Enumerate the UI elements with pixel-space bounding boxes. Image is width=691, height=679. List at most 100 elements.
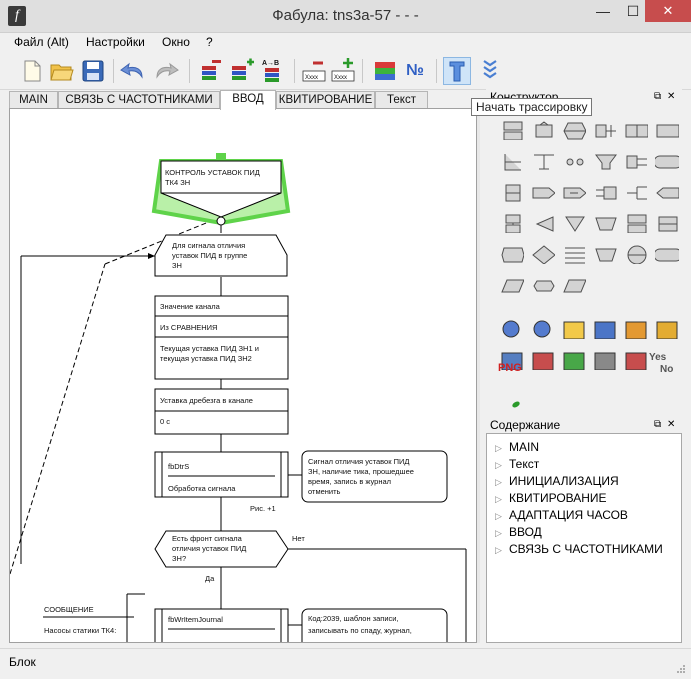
tree-item-kvit[interactable]: ▷ КВИТИРОВАНИЕ [495,491,607,505]
palette-rect-split-icon[interactable] [500,120,524,140]
resize-grip-icon[interactable] [676,664,686,674]
palette-hex-down-icon[interactable] [500,244,524,264]
tree-item-adapt[interactable]: ▷ АДАПТАЦИЯ ЧАСОВ [495,508,628,522]
content-panel-title: Содержание [490,418,561,432]
palette-oval-rect-icon[interactable] [655,213,679,233]
palette-diamond-icon[interactable] [531,244,555,264]
flowchart-fbdtrs-block[interactable]: fbDtrS Обработка сигнала [154,451,289,498]
menu-window[interactable]: Окно [162,35,190,49]
palette-fork-icon[interactable] [624,182,648,202]
palette-rect-bar-icon[interactable] [624,120,648,140]
menu-settings[interactable]: Настройки [86,35,145,49]
collapse-icon[interactable] [476,57,504,85]
palette-diamond-rect-icon[interactable] [531,120,555,140]
circle-green-icon[interactable] [562,350,586,370]
yes-label[interactable]: Yes [649,352,666,363]
color-blocks-icon[interactable] [531,350,555,370]
undo-icon[interactable] [119,57,147,85]
svg-text:fbDtrS: fbDtrS [168,462,189,471]
palette-rect-small-icon[interactable] [500,182,524,202]
flowchart-debounce-block[interactable]: Уставка дребезга в канале 0 с [154,388,289,435]
palette-branch-2-icon[interactable] [624,151,648,171]
title-bar[interactable]: f Фабула: tns3a-57 - - - — ☐ ✕ [0,0,691,33]
palette-bracket-icon[interactable] [500,151,524,171]
maximize-button[interactable]: ☐ [618,0,648,22]
flowchart-decision-block[interactable]: Есть фронт сигнала отличия уставок ПИД З… [154,530,289,568]
svg-text:отменить: отменить [308,487,341,496]
flowchart-loop-block[interactable]: Для сигнала отличия уставок ПИД в группе… [154,234,288,277]
canvas-scrollbar[interactable] [477,108,480,643]
svg-text:Код:2039, шаблон записи,: Код:2039, шаблон записи, [308,614,399,623]
panel-close-icon[interactable]: ✕ [667,417,675,433]
palette-trapezoid-icon[interactable] [593,213,617,233]
palette-dots-icon[interactable] [562,151,586,171]
palette-tri-down-icon[interactable] [562,213,586,233]
flowchart-value-block[interactable]: Значение канала Из СРАВНЕНИЯ Текущая уст… [154,295,289,380]
block-yellow-icon[interactable] [562,319,586,339]
palette-branch-3-icon[interactable] [593,182,617,202]
palette-tri-left-icon[interactable] [531,213,555,233]
palette-circle-split-icon[interactable] [624,244,648,264]
palette-funnel-icon[interactable] [593,151,617,171]
minimize-button[interactable]: — [588,0,618,22]
stack-ab-icon[interactable]: A→B [261,57,289,85]
goblet-icon[interactable] [624,350,648,370]
flowchart-journal-block[interactable]: fbWrItemJournal [154,608,289,643]
menu-help[interactable]: ? [206,35,213,49]
tree-item-tekst[interactable]: ▷ Текст [495,457,539,471]
block-add-icon[interactable]: Xxxx [329,57,357,85]
menu-file[interactable]: Файл (Alt) [14,35,69,49]
tree-item-vvod[interactable]: ▷ ВВОД [495,525,542,539]
split-dashed-icon[interactable] [593,319,617,339]
palette-trap-down-icon[interactable] [593,244,617,264]
palette-rect-split-icon[interactable] [624,213,648,233]
block-remove-icon[interactable]: Xxxx [300,57,328,85]
undock-icon[interactable]: ⧉ [654,89,661,105]
palette-parallelogram-2-icon[interactable] [562,275,586,295]
palette-tee-icon[interactable] [531,151,555,171]
block-frame-icon[interactable] [655,319,679,339]
palette-rect-icon[interactable] [655,120,679,140]
palette-hex-split-icon[interactable] [562,120,586,140]
stack-add-icon[interactable] [228,57,256,85]
flowchart-canvas[interactable]: КОНТРОЛЬ УСТАВОК ПИД ТК4 ЗН Для сигнала … [9,108,477,643]
palette-arrow-right2-icon[interactable] [562,182,586,202]
palette-arrow-right-icon[interactable] [531,182,555,202]
tab-svyaz[interactable]: СВЯЗЬ С ЧАСТОТНИКАМИ [58,91,220,109]
save-icon[interactable] [79,57,107,85]
new-file-icon[interactable] [18,57,46,85]
palette-parallelogram-icon[interactable] [500,275,524,295]
palette-bars-icon[interactable] [562,244,586,264]
tree-item-init[interactable]: ▷ ИНИЦИАЛИЗАЦИЯ [495,474,619,488]
tab-main[interactable]: MAIN [9,91,58,109]
block-multi-icon[interactable] [624,319,648,339]
flowchart-comment-2[interactable]: Код:2039, шаблон записи, записывать по с… [288,608,448,643]
flowchart-comment-1[interactable]: Сигнал отличия уставок ПИД ЗН, наличие т… [288,450,448,503]
flowchart-start-block[interactable]: КОНТРОЛЬ УСТАВОК ПИД ТК4 ЗН [151,153,291,226]
trace-icon[interactable] [443,57,471,85]
palette-rounded-2-icon[interactable] [655,244,679,264]
palette-arrow-left-icon[interactable] [655,182,679,202]
tab-kvitirovanie[interactable]: КВИТИРОВАНИЕ [276,91,375,109]
numbering-icon[interactable]: № [401,57,429,85]
tab-tekst[interactable]: Текст [375,91,428,109]
zoom-in-icon[interactable] [531,319,555,339]
shape-outline-icon[interactable] [593,350,617,370]
tree-item-main[interactable]: ▷ MAIN [495,440,539,454]
undock-icon[interactable]: ⧉ [654,417,661,433]
palette-branch-icon[interactable] [593,120,617,140]
palette-stack-icon[interactable] [500,213,524,233]
color-palette-icon[interactable] [371,57,399,85]
open-folder-icon[interactable] [48,57,76,85]
palette-hex-small-icon[interactable] [531,275,555,295]
palette-rounded-icon[interactable] [655,151,679,171]
zoom-out-icon[interactable] [500,319,524,339]
redo-icon[interactable] [152,57,180,85]
tree-item-svyaz[interactable]: ▷ СВЯЗЬ С ЧАСТОТНИКАМИ [495,542,663,556]
no-label[interactable]: No [660,364,673,375]
close-button[interactable]: ✕ [645,0,691,22]
flowchart-message-block[interactable]: СООБЩЕНИЕ Насосы статики ТК4: [43,605,134,635]
tab-vvod[interactable]: ВВОД [220,90,276,110]
stack-remove-icon[interactable] [197,57,225,85]
panel-close-icon[interactable]: ✕ [667,89,675,105]
